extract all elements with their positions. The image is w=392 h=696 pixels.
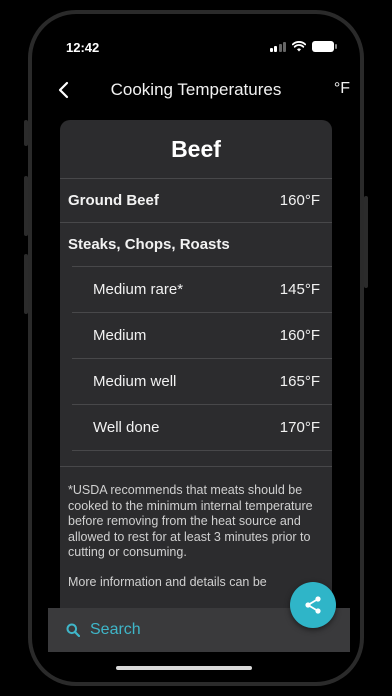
beef-card: Beef Ground Beef 160°F Steaks, Chops, Ro… [60,120,332,640]
row-value: 165°F [279,373,320,390]
list-item-medium-well: Medium well 165°F [72,358,332,404]
list-item-medium-rare: Medium rare* 145°F [72,266,332,312]
row-label: Medium [93,327,147,344]
page-title: Cooking Temperatures [110,80,282,99]
list-spacer [72,450,332,466]
list-item-medium: Medium 160°F [72,312,332,358]
device-frame: 12:42 Cooking Temperatures °F Beef Groun… [0,0,392,696]
wifi-icon [292,41,306,52]
status-time: 12:42 [66,40,100,55]
share-button[interactable] [290,582,336,628]
list-item-ground-beef: Ground Beef 160°F [60,178,332,222]
power-button [364,196,368,288]
row-label: Medium rare* [93,281,184,298]
card-title: Beef [171,136,221,162]
search-icon [66,623,80,637]
row-label: Medium well [93,373,177,390]
usda-note: *USDA recommends that meats should be co… [68,483,313,559]
signal-icon [269,41,286,52]
share-icon [305,596,321,614]
row-value: 145°F [279,281,320,298]
status-icons [269,41,337,52]
more-info-text: More information and details can be [68,574,267,589]
navigation-bar: Cooking Temperatures °F [32,70,360,110]
list-item-well-done: Well done 170°F [72,404,332,450]
row-label: Well done [93,419,160,436]
section-label: Steaks, Chops, Roasts [68,236,230,253]
search-label: Search [90,621,141,638]
phone-body: 12:42 Cooking Temperatures °F Beef Groun… [28,10,364,686]
section-header: Steaks, Chops, Roasts [60,222,332,266]
screen: 12:42 Cooking Temperatures °F Beef Groun… [32,14,360,682]
row-value: 170°F [279,419,320,436]
battery-icon [312,41,337,52]
row-value: 160°F [279,327,320,344]
unit-toggle-button[interactable]: °F [334,80,350,98]
row-value: 160°F [279,192,320,209]
home-indicator[interactable] [116,666,252,670]
row-label: Ground Beef [68,192,159,209]
status-bar: 12:42 [32,14,360,70]
